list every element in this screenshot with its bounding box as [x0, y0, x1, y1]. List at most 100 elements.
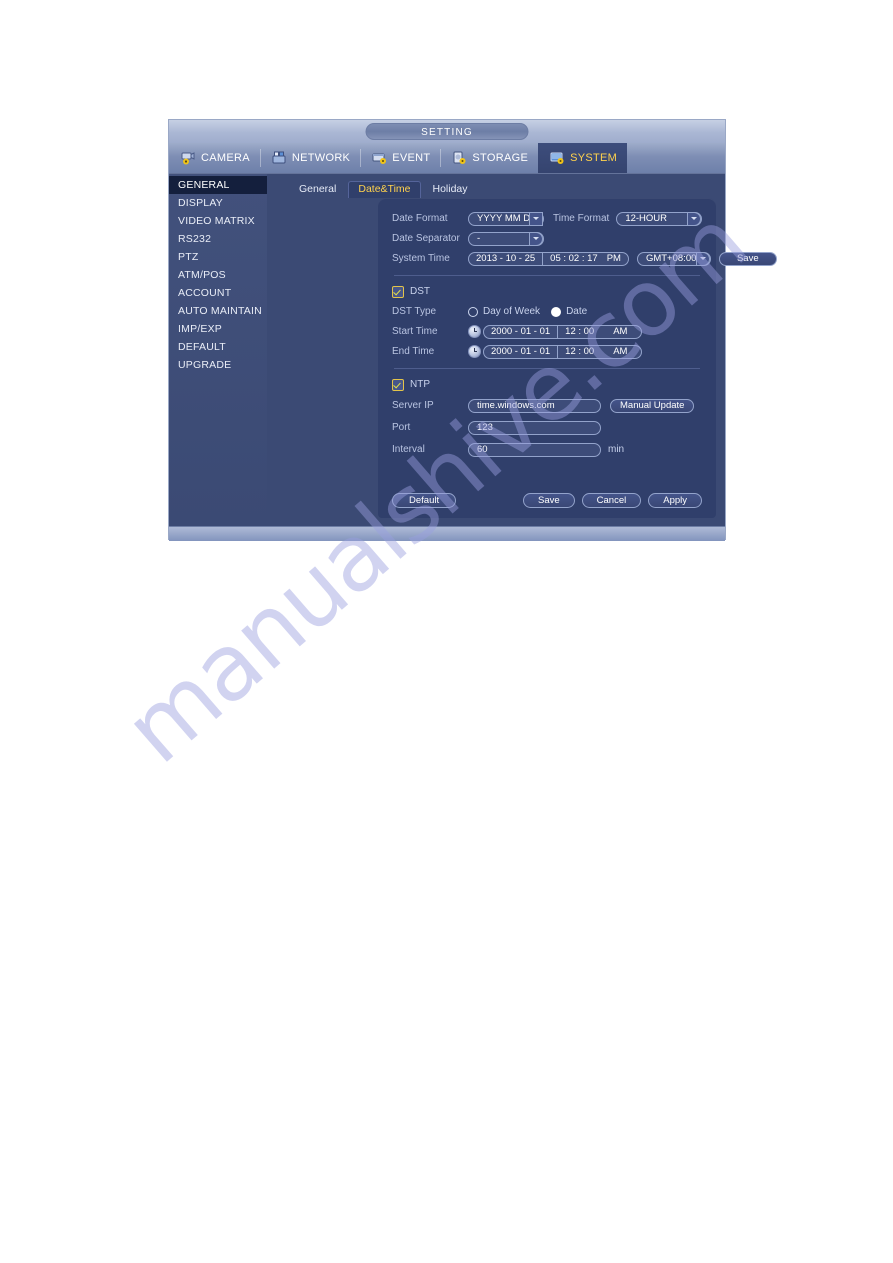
- sidebar-item-general[interactable]: GENERAL: [169, 176, 267, 194]
- dvr-setting-window: SETTING CAMERA NETWORK EVENT STORAGE SYS…: [168, 119, 777, 541]
- sidebar-item-rs232[interactable]: RS232: [169, 230, 267, 248]
- menu-item-camera[interactable]: CAMERA: [169, 143, 260, 173]
- time-format-value: 12-HOUR: [625, 213, 668, 224]
- port-value: 123: [477, 422, 493, 433]
- date-separator-label: Date Separator: [392, 233, 460, 244]
- sidebar-item-label: DISPLAY: [178, 197, 223, 209]
- sidebar-item-label: UPGRADE: [178, 359, 232, 371]
- menu-item-storage[interactable]: STORAGE: [440, 143, 538, 173]
- menu-item-label: CAMERA: [201, 152, 250, 164]
- sidebar-item-label: PTZ: [178, 251, 199, 263]
- timezone-select[interactable]: GMT+08:00: [636, 251, 711, 266]
- dst-type-date-radio[interactable]: [551, 306, 562, 317]
- camera-gear-icon: [181, 151, 196, 165]
- dst-type-day-of-week-label: Day of Week: [483, 306, 541, 317]
- ntp-checkbox[interactable]: [392, 378, 404, 391]
- row-ntp-enable: NTP: [392, 375, 702, 394]
- system-time-label: System Time: [392, 253, 450, 264]
- date-format-select[interactable]: YYYY MM DD: [468, 211, 544, 226]
- menu-item-system[interactable]: SYSTEM: [538, 143, 628, 173]
- main-menu-bar: CAMERA NETWORK EVENT STORAGE SYSTEM: [169, 143, 725, 174]
- manual-update-button[interactable]: Manual Update: [610, 398, 695, 413]
- divider-dst: [394, 275, 700, 276]
- tab-label: Holiday: [432, 183, 468, 195]
- tab-general[interactable]: General: [289, 181, 346, 198]
- content-area: General Date&Time Holiday Date Format YY…: [267, 174, 777, 526]
- date-format-value: YYYY MM DD: [477, 213, 538, 224]
- sidebar-item-auto-maintain[interactable]: AUTO MAINTAIN: [169, 302, 267, 320]
- port-input[interactable]: 123: [468, 420, 601, 435]
- sidebar-item-label: DEFAULT: [178, 341, 226, 353]
- apply-button[interactable]: Apply: [648, 493, 702, 508]
- default-button[interactable]: Default: [392, 493, 457, 508]
- network-icon: [272, 151, 287, 165]
- sidebar-item-display[interactable]: DISPLAY: [169, 194, 267, 212]
- ntp-label: NTP: [410, 379, 430, 390]
- menu-item-label: SYSTEM: [570, 152, 618, 164]
- system-time-meridiem[interactable]: PM: [605, 253, 628, 264]
- dst-end-date[interactable]: 2000 - 01 - 01: [484, 346, 557, 357]
- tab-date-time[interactable]: Date&Time: [348, 181, 421, 198]
- date-format-label: Date Format: [392, 213, 448, 224]
- sidebar-item-atm-pos[interactable]: ATM/POS: [169, 266, 267, 284]
- storage-gear-icon: [452, 151, 467, 165]
- dst-type-day-of-week-radio[interactable]: [468, 306, 478, 317]
- server-ip-label: Server IP: [392, 400, 434, 411]
- time-format-label: Time Format: [553, 213, 610, 224]
- sidebar-item-account[interactable]: ACCOUNT: [169, 284, 267, 302]
- sidebar-item-upgrade[interactable]: UPGRADE: [169, 356, 267, 374]
- system-time-field[interactable]: 2013 - 10 - 25 05 : 02 : 17 PM: [468, 251, 629, 266]
- dst-checkbox[interactable]: [392, 285, 404, 298]
- dst-start-meridiem[interactable]: AM: [601, 326, 641, 337]
- system-time-time[interactable]: 05 : 02 : 17: [543, 253, 605, 264]
- dst-type-label: DST Type: [392, 306, 437, 317]
- tab-label: General: [299, 183, 337, 195]
- dst-label: DST: [410, 286, 430, 297]
- dst-end-time[interactable]: 12 : 00: [558, 346, 601, 357]
- server-ip-input[interactable]: time.windows.com: [468, 398, 601, 413]
- dst-type-date-label: Date: [566, 306, 588, 317]
- chevron-down-icon: [687, 211, 701, 226]
- port-label: Port: [392, 422, 411, 433]
- dst-end-meridiem[interactable]: AM: [601, 346, 641, 357]
- sidebar-item-ptz[interactable]: PTZ: [169, 248, 267, 266]
- cancel-button[interactable]: Cancel: [581, 493, 642, 508]
- row-dst-type: DST Type Day of Week Date: [392, 302, 702, 321]
- dst-end-time-field[interactable]: 2000 - 01 - 01 12 : 00 AM: [483, 344, 643, 359]
- system-time-save-button[interactable]: Save: [718, 251, 777, 266]
- menu-item-label: EVENT: [392, 152, 431, 164]
- dst-start-time[interactable]: 12 : 00: [558, 326, 601, 337]
- subtab-bar: General Date&Time Holiday: [267, 180, 725, 198]
- date-separator-select[interactable]: -: [468, 231, 544, 246]
- dst-start-time-field[interactable]: 2000 - 01 - 01 12 : 00 AM: [483, 324, 643, 339]
- chevron-down-icon: [695, 251, 710, 266]
- sidebar-item-label: IMP/EXP: [178, 323, 222, 335]
- row-date-format: Date Format YYYY MM DD Time Format 12-HO…: [392, 209, 702, 228]
- row-interval: Interval 60 min: [392, 439, 702, 460]
- menu-item-network[interactable]: NETWORK: [259, 143, 360, 173]
- save-button[interactable]: Save: [523, 493, 575, 508]
- system-time-date[interactable]: 2013 - 10 - 25: [469, 253, 542, 264]
- sidebar-item-label: RS232: [178, 233, 212, 245]
- tab-holiday[interactable]: Holiday: [423, 181, 478, 198]
- dst-start-date[interactable]: 2000 - 01 - 01: [484, 326, 557, 337]
- menu-item-label: NETWORK: [291, 152, 351, 164]
- chevron-down-icon: [529, 211, 543, 226]
- menu-item-event[interactable]: EVENT: [360, 143, 440, 173]
- interval-input[interactable]: 60: [468, 442, 601, 457]
- sidebar: GENERAL DISPLAY VIDEO MATRIX RS232 PTZ A…: [169, 174, 267, 526]
- date-time-panel: Date Format YYYY MM DD Time Format 12-HO…: [378, 198, 777, 518]
- sidebar-item-label: ACCOUNT: [178, 287, 232, 299]
- interval-unit: min: [608, 444, 625, 455]
- sidebar-item-default[interactable]: DEFAULT: [169, 338, 267, 356]
- window-body: GENERAL DISPLAY VIDEO MATRIX RS232 PTZ A…: [169, 174, 777, 526]
- sidebar-item-label: AUTO MAINTAIN: [178, 305, 262, 317]
- page-title: SETTING: [365, 123, 529, 140]
- date-separator-value: -: [477, 233, 481, 244]
- sidebar-item-imp-exp[interactable]: IMP/EXP: [169, 320, 267, 338]
- clock-icon: [468, 345, 481, 358]
- sidebar-item-label: GENERAL: [178, 179, 230, 191]
- event-gear-icon: [372, 151, 387, 165]
- time-format-select[interactable]: 12-HOUR: [616, 211, 702, 226]
- sidebar-item-video-matrix[interactable]: VIDEO MATRIX: [169, 212, 267, 230]
